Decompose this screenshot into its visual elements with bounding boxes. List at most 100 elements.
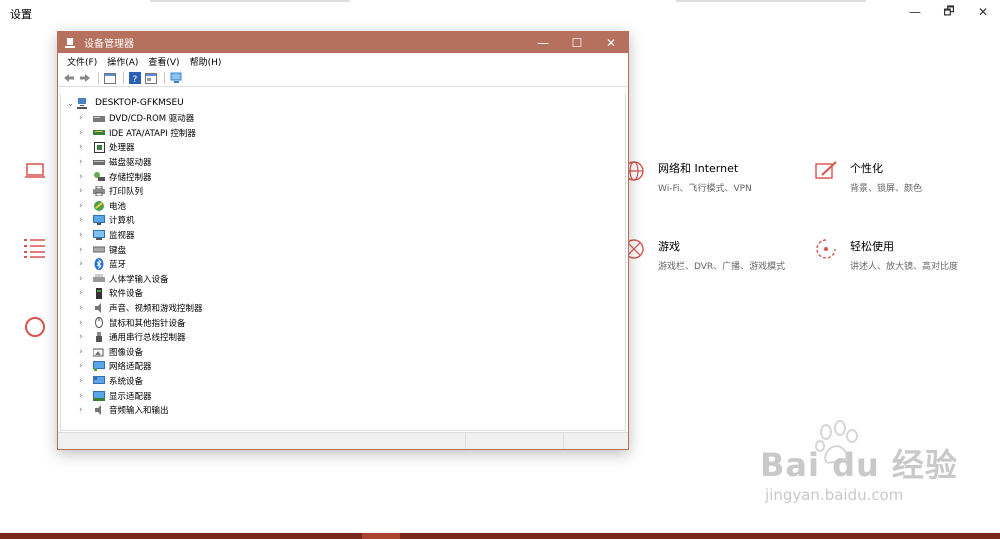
expand-chevron-icon[interactable]: › <box>79 347 93 357</box>
computer-icon <box>93 215 105 226</box>
expand-chevron-icon[interactable]: › <box>79 186 93 196</box>
back-icon[interactable] <box>62 71 76 85</box>
expand-chevron-icon[interactable]: › <box>79 128 93 138</box>
device-category[interactable]: › 电池 <box>79 199 203 214</box>
dm-close-button[interactable]: ✕ <box>594 32 628 53</box>
minimize-button[interactable]: — <box>898 0 932 24</box>
device-category[interactable]: › 音频输入和输出 <box>79 403 203 418</box>
storage-controller-icon <box>93 171 105 182</box>
device-category-label: 鼠标和其他指针设备 <box>109 318 186 329</box>
menu-help[interactable]: 帮助(H) <box>185 55 227 68</box>
device-category[interactable]: › 声音、视频和游戏控制器 <box>79 301 203 316</box>
bluetooth-icon <box>93 258 105 271</box>
dm-maximize-button[interactable]: ☐ <box>560 32 594 53</box>
device-category[interactable]: › 键盘 <box>79 242 203 257</box>
help-icon[interactable]: ? <box>128 71 142 85</box>
device-category[interactable]: › 计算机 <box>79 213 203 228</box>
dm-minimize-button[interactable]: — <box>526 32 560 53</box>
network-adapter-icon <box>93 361 105 372</box>
toolbar: ? <box>58 70 628 87</box>
settings-title: 设置 <box>10 8 32 21</box>
tile-gaming-name: 游戏 <box>658 240 680 253</box>
list-icon[interactable] <box>24 238 46 261</box>
watermark-brand: Bai du 经验 <box>760 446 958 484</box>
device-category-label: 磁盘驱动器 <box>109 158 152 169</box>
device-category-label: 打印队列 <box>109 187 144 198</box>
tile-gaming[interactable]: 游戏 游戏栏、DVR、广播、游戏模式 <box>618 238 785 272</box>
expand-chevron-icon[interactable]: › <box>79 259 93 269</box>
circle-icon[interactable] <box>24 316 46 341</box>
device-category-label: 存储控制器 <box>109 172 152 183</box>
device-category[interactable]: › 软件设备 <box>79 286 203 301</box>
device-category[interactable]: › 系统设备 <box>79 374 203 389</box>
close-button[interactable]: ✕ <box>966 0 1000 24</box>
expand-chevron-icon[interactable]: › <box>79 288 93 298</box>
menu-view[interactable]: 查看(V) <box>143 55 184 68</box>
device-category[interactable]: › 通用串行总线控制器 <box>79 330 203 345</box>
device-category[interactable]: › 蓝牙 <box>79 257 203 272</box>
collapse-chevron-icon[interactable]: ⌄ <box>67 99 77 108</box>
expand-chevron-icon[interactable]: › <box>79 303 93 313</box>
expand-chevron-icon[interactable]: › <box>79 215 93 225</box>
device-category[interactable]: › 打印队列 <box>79 184 203 199</box>
processor-icon <box>93 141 105 153</box>
expand-chevron-icon[interactable]: › <box>79 113 93 123</box>
tile-ease-of-access[interactable]: 轻松使用 讲述人、放大镜、高对比度 <box>810 238 958 272</box>
keyboard-icon <box>93 244 105 255</box>
status-pane-2 <box>466 433 564 449</box>
battery-icon <box>93 200 105 212</box>
tile-personalization[interactable]: 个性化 背景、锁屏、颜色 <box>810 160 922 194</box>
expand-chevron-icon[interactable]: › <box>79 274 93 284</box>
device-category-label: 键盘 <box>109 245 127 256</box>
scan-hardware-icon[interactable] <box>169 71 183 85</box>
expand-chevron-icon[interactable]: › <box>79 318 93 328</box>
tile-personalization-name: 个性化 <box>850 162 883 175</box>
expand-chevron-icon[interactable]: › <box>79 230 93 240</box>
device-category[interactable]: › 监视器 <box>79 228 203 243</box>
device-category[interactable]: › 鼠标和其他指针设备 <box>79 315 203 330</box>
expand-chevron-icon[interactable]: › <box>79 201 93 211</box>
maximize-button[interactable]: 🗗 <box>932 0 966 24</box>
tile-network-name: 网络和 Internet <box>658 162 739 175</box>
properties-icon[interactable] <box>144 71 158 85</box>
device-category[interactable]: › 图像设备 <box>79 345 203 360</box>
device-category[interactable]: › 磁盘驱动器 <box>79 155 203 170</box>
device-manager-titlebar[interactable]: 设备管理器 — ☐ ✕ <box>58 32 628 53</box>
taskbar-active-app[interactable] <box>362 533 400 539</box>
tree-root[interactable]: ⌄ DESKTOP-GFKMSEU <box>67 96 184 110</box>
tile-network[interactable]: 网络和 Internet Wi-Fi、飞行模式、VPN <box>618 160 752 194</box>
expand-chevron-icon[interactable]: › <box>79 332 93 342</box>
laptop-icon[interactable] <box>24 162 46 183</box>
audio-io-icon <box>93 405 105 416</box>
expand-chevron-icon[interactable]: › <box>79 391 93 401</box>
device-manager-icon <box>64 37 78 49</box>
device-category[interactable]: › 人体学输入设备 <box>79 272 203 287</box>
tile-network-desc: Wi-Fi、飞行模式、VPN <box>658 184 752 194</box>
device-category[interactable]: › 显示适配器 <box>79 388 203 403</box>
hid-icon <box>93 273 105 284</box>
device-category[interactable]: › DVD/CD-ROM 驱动器 <box>79 111 203 126</box>
menu-action[interactable]: 操作(A) <box>102 55 143 68</box>
monitor-icon <box>93 230 105 241</box>
device-category[interactable]: › 处理器 <box>79 140 203 155</box>
forward-icon[interactable] <box>78 71 92 85</box>
console-tree-icon[interactable] <box>103 71 117 85</box>
device-category-label: 系统设备 <box>109 376 144 387</box>
settings-window-controls: — 🗗 ✕ <box>898 0 1000 24</box>
expand-chevron-icon[interactable]: › <box>79 376 93 386</box>
expand-chevron-icon[interactable]: › <box>79 361 93 371</box>
expand-chevron-icon[interactable]: › <box>79 405 93 415</box>
device-category-label: 网络适配器 <box>109 362 152 373</box>
device-category-label: 电池 <box>109 201 127 212</box>
expand-chevron-icon[interactable]: › <box>79 142 93 152</box>
device-manager-window: 设备管理器 — ☐ ✕ 文件(F) 操作(A) 查看(V) 帮助(H) ? ⌄ … <box>57 31 629 450</box>
expand-chevron-icon[interactable]: › <box>79 172 93 182</box>
expand-chevron-icon[interactable]: › <box>79 245 93 255</box>
device-category[interactable]: › IDE ATA/ATAPI 控制器 <box>79 126 203 141</box>
device-category[interactable]: › 网络适配器 <box>79 359 203 374</box>
root-label: DESKTOP-GFKMSEU <box>95 98 184 108</box>
device-manager-title: 设备管理器 <box>84 39 134 50</box>
device-category[interactable]: › 存储控制器 <box>79 169 203 184</box>
menu-file[interactable]: 文件(F) <box>62 55 102 68</box>
expand-chevron-icon[interactable]: › <box>79 157 93 167</box>
